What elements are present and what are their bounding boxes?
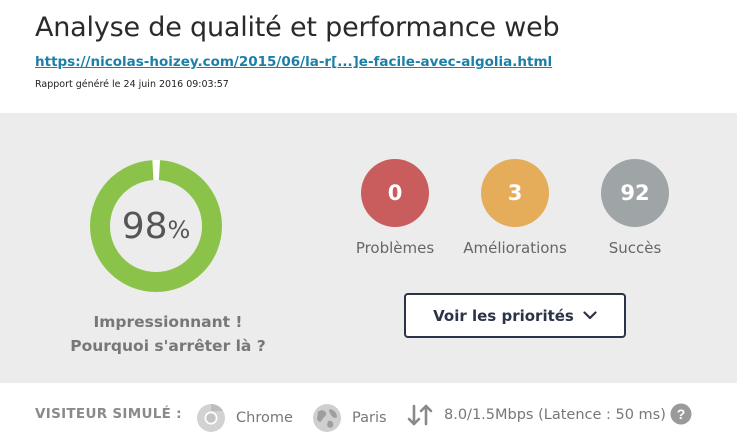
help-icon[interactable]: ? [670, 403, 692, 425]
visitor-label: VISITEUR SIMULÉ : [35, 406, 182, 422]
analyzed-url-link[interactable]: https://nicolas-hoizey.com/2015/06/la-r[… [35, 54, 552, 70]
view-priorities-button[interactable]: Voir les priorités [404, 293, 626, 338]
browser-label: Chrome [236, 410, 293, 426]
stat-successes: 92 Succès [575, 159, 695, 257]
chevron-down-icon [583, 311, 597, 320]
help-button[interactable]: ? [670, 403, 692, 425]
connection-info: 8.0/1.5Mbps (Latence : 50 ms) [406, 403, 666, 427]
successes-count-badge: 92 [601, 159, 669, 227]
problems-count-badge: 0 [361, 159, 429, 227]
problems-label: Problèmes [355, 239, 435, 257]
summary-panel: 98% Impressionnant ! Pourquoi s'arrêter … [0, 113, 737, 383]
location-info: Paris [312, 403, 387, 433]
report-header: Analyse de qualité et performance web ht… [0, 0, 737, 113]
globe-icon [312, 403, 342, 433]
stat-improvements: 3 Améliorations [455, 159, 575, 257]
connection-label: 8.0/1.5Mbps (Latence : 50 ms) [444, 407, 666, 423]
page-title: Analyse de qualité et performance web [35, 12, 560, 43]
score-number: 98 [121, 205, 168, 247]
score-unit: % [167, 216, 191, 244]
chrome-icon [196, 403, 226, 433]
verdict-line-1: Impressionnant ! [93, 313, 243, 331]
view-priorities-label: Voir les priorités [433, 306, 574, 325]
score-verdict: Impressionnant ! Pourquoi s'arrêter là ? [35, 310, 301, 358]
successes-label: Succès [608, 239, 662, 257]
improvements-count-badge: 3 [481, 159, 549, 227]
simulated-visitor-bar: VISITEUR SIMULÉ : Chrome Paris 8.0/1.5Mb… [0, 383, 737, 446]
svg-text:?: ? [677, 406, 686, 422]
stat-problems: 0 Problèmes [335, 159, 455, 257]
verdict-line-2: Pourquoi s'arrêter là ? [70, 337, 266, 355]
improvements-label: Améliorations [463, 239, 567, 257]
score-value: 98% [89, 159, 223, 293]
location-label: Paris [352, 410, 387, 426]
report-timestamp: Rapport généré le 24 juin 2016 09:03:57 [35, 79, 229, 90]
browser-info: Chrome [196, 403, 293, 433]
up-down-arrows-icon [406, 403, 434, 427]
